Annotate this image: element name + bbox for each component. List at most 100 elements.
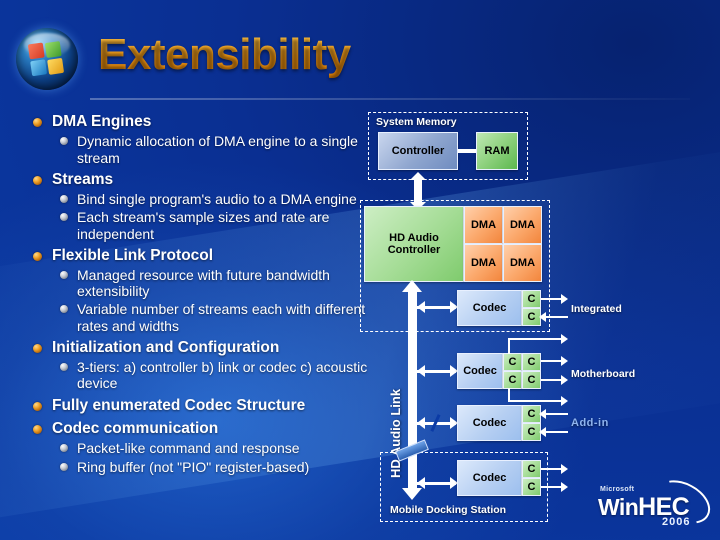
bullet-marker-orange-icon <box>33 401 42 411</box>
hd-audio-link-arrow-up <box>402 280 422 292</box>
bullet-item-level2: Dynamic allocation of DMA engine to a si… <box>22 133 374 166</box>
codec4-out-arrow-b <box>561 482 568 492</box>
link-to-codec3-arrow-back <box>417 417 425 429</box>
flag-quadrant-green <box>44 41 62 59</box>
winhec-logo: Microsoft WinHEC 2006 <box>592 471 718 534</box>
bullet-text: Bind single program's audio to a DMA eng… <box>77 191 357 208</box>
converter-cell-1a: C <box>522 290 541 308</box>
codec-block-2: Codec <box>457 353 503 389</box>
bullet-text: Fully enumerated Codec Structure <box>52 396 306 414</box>
bullet-text: 3-tiers: a) controller b) link or codec … <box>77 359 368 392</box>
bullet-item-level2: Variable number of streams each with dif… <box>22 301 374 334</box>
bullet-marker-gray-icon <box>60 137 68 146</box>
bullet-marker-orange-icon <box>33 251 42 261</box>
bullet-item-level1: Initialization and Configuration <box>22 339 374 357</box>
windows-flag-icon <box>27 40 66 78</box>
codec-block-3: Codec <box>457 405 522 441</box>
dma-block-2: DMA <box>503 206 542 244</box>
codec2-out-line-a <box>508 338 565 340</box>
codec4-out-arrow-a <box>561 464 568 474</box>
bullet-text: Each stream's sample sizes and rate are … <box>77 209 330 242</box>
bullet-marker-gray-icon <box>60 213 68 222</box>
bullet-marker-gray-icon <box>60 305 68 314</box>
codec2-out-arrow-d <box>561 396 568 406</box>
link-to-codec2-arrow-back <box>417 365 425 377</box>
bullet-text: DMA Engines <box>52 113 152 130</box>
converter-cell-2b: C <box>522 353 541 371</box>
bullet-marker-gray-icon <box>60 462 68 471</box>
bullet-item-level1: Flexible Link Protocol <box>22 247 374 265</box>
link-to-codec1-arrow-back <box>417 301 425 313</box>
codec1-out-arrow-a <box>561 294 568 304</box>
bullet-item-level2: 3-tiers: a) controller b) link or codec … <box>22 359 374 391</box>
converter-cell-4b: C <box>522 478 541 496</box>
bullet-item-level1: Fully enumerated Codec Structure <box>22 397 374 415</box>
zone-label-addin: Add-in <box>571 417 609 429</box>
bullet-marker-orange-icon <box>33 424 42 434</box>
bullet-text: Ring buffer (not "PIO" register-based) <box>77 458 310 475</box>
bullet-text: Managed resource with future bandwidth e… <box>77 267 330 300</box>
converter-cell-2d: C <box>522 371 541 389</box>
bullet-item-level2: Each stream's sample sizes and rate are … <box>22 209 374 242</box>
bullet-list: DMA Engines Dynamic allocation of DMA eng… <box>22 108 374 475</box>
bullet-text: Packet-like command and response <box>77 440 300 457</box>
codec3-in-line-b <box>546 431 568 433</box>
winhec-microsoft-label: Microsoft <box>600 486 635 493</box>
dma-block-4: DMA <box>503 244 542 282</box>
zone-label-motherboard: Motherboard <box>571 368 636 380</box>
hd-audio-controller-label-line2: Controller <box>387 244 441 256</box>
windows-vista-orb-icon <box>16 28 78 90</box>
flag-quadrant-yellow <box>47 57 65 75</box>
architecture-diagram: System Memory Controller RAM HD Audio Co… <box>358 100 720 540</box>
dma-block-1: DMA <box>464 206 503 244</box>
codec3-in-arrow-a <box>539 409 546 419</box>
controller-block: Controller <box>378 132 458 170</box>
zone-label-mobile-dock: Mobile Docking Station <box>390 504 507 516</box>
bullet-item-level2: Packet-like command and response <box>22 440 374 456</box>
flag-quadrant-red <box>27 42 45 60</box>
codec2-out-riser-a <box>508 338 510 354</box>
codec-block-1: Codec <box>457 290 522 326</box>
bullet-text: Codec communication <box>52 419 219 437</box>
bullet-item-level1: DMA Engines <box>22 113 374 131</box>
dma-block-3: DMA <box>464 244 503 282</box>
bullet-text: Dynamic allocation of DMA engine to a si… <box>77 133 358 166</box>
codec3-in-line-a <box>546 413 568 415</box>
bullet-text: Initialization and Configuration <box>52 338 280 356</box>
bullet-text: Streams <box>52 170 114 188</box>
link-to-codec4-arrow-back <box>417 477 425 489</box>
bullet-marker-orange-icon <box>33 343 42 353</box>
title-bar: Extensibility <box>0 12 720 100</box>
bullet-text: Variable number of streams each with dif… <box>77 301 366 334</box>
flag-quadrant-blue <box>30 59 48 77</box>
slide-canvas: Extensibility DMA Engines Dynamic allocat… <box>0 0 720 540</box>
codec2-out-arrow-c <box>561 375 568 385</box>
converter-cell-2a: C <box>503 353 522 371</box>
bullet-item-level2: Ring buffer (not "PIO" register-based) <box>22 459 374 475</box>
hd-audio-controller-block: HD Audio Controller <box>364 206 464 282</box>
system-memory-label: System Memory <box>376 116 457 128</box>
zone-label-integrated: Integrated <box>571 303 622 315</box>
bullet-item-level2: Managed resource with future bandwidth e… <box>22 267 374 299</box>
ram-block: RAM <box>476 132 518 170</box>
bullet-item-level1: Streams <box>22 171 374 189</box>
codec2-out-arrow-a <box>561 334 568 344</box>
codec1-in-line-b <box>546 316 568 318</box>
codec2-out-arrow-b <box>561 356 568 366</box>
codec3-in-arrow-b <box>539 427 546 437</box>
bullet-marker-gray-icon <box>60 195 68 204</box>
bullet-marker-gray-icon <box>60 271 68 280</box>
page-title: Extensibility <box>98 30 351 79</box>
memory-to-controller-arrow-up <box>410 172 426 180</box>
winhec-year-label: 2006 <box>662 516 691 528</box>
bullet-text: Flexible Link Protocol <box>52 246 214 264</box>
controller-ram-link <box>458 149 476 153</box>
hd-audio-controller-label-line1: HD Audio <box>389 231 439 244</box>
converter-cell-2c: C <box>503 371 522 389</box>
bullet-marker-gray-icon <box>60 363 68 372</box>
bullet-marker-orange-icon <box>33 175 42 185</box>
bullet-item-level2: Bind single program's audio to a DMA eng… <box>22 191 374 207</box>
codec1-in-arrow-b <box>539 312 546 322</box>
codec2-out-line-d <box>508 400 565 402</box>
winhec-win-label: Win <box>598 494 639 520</box>
